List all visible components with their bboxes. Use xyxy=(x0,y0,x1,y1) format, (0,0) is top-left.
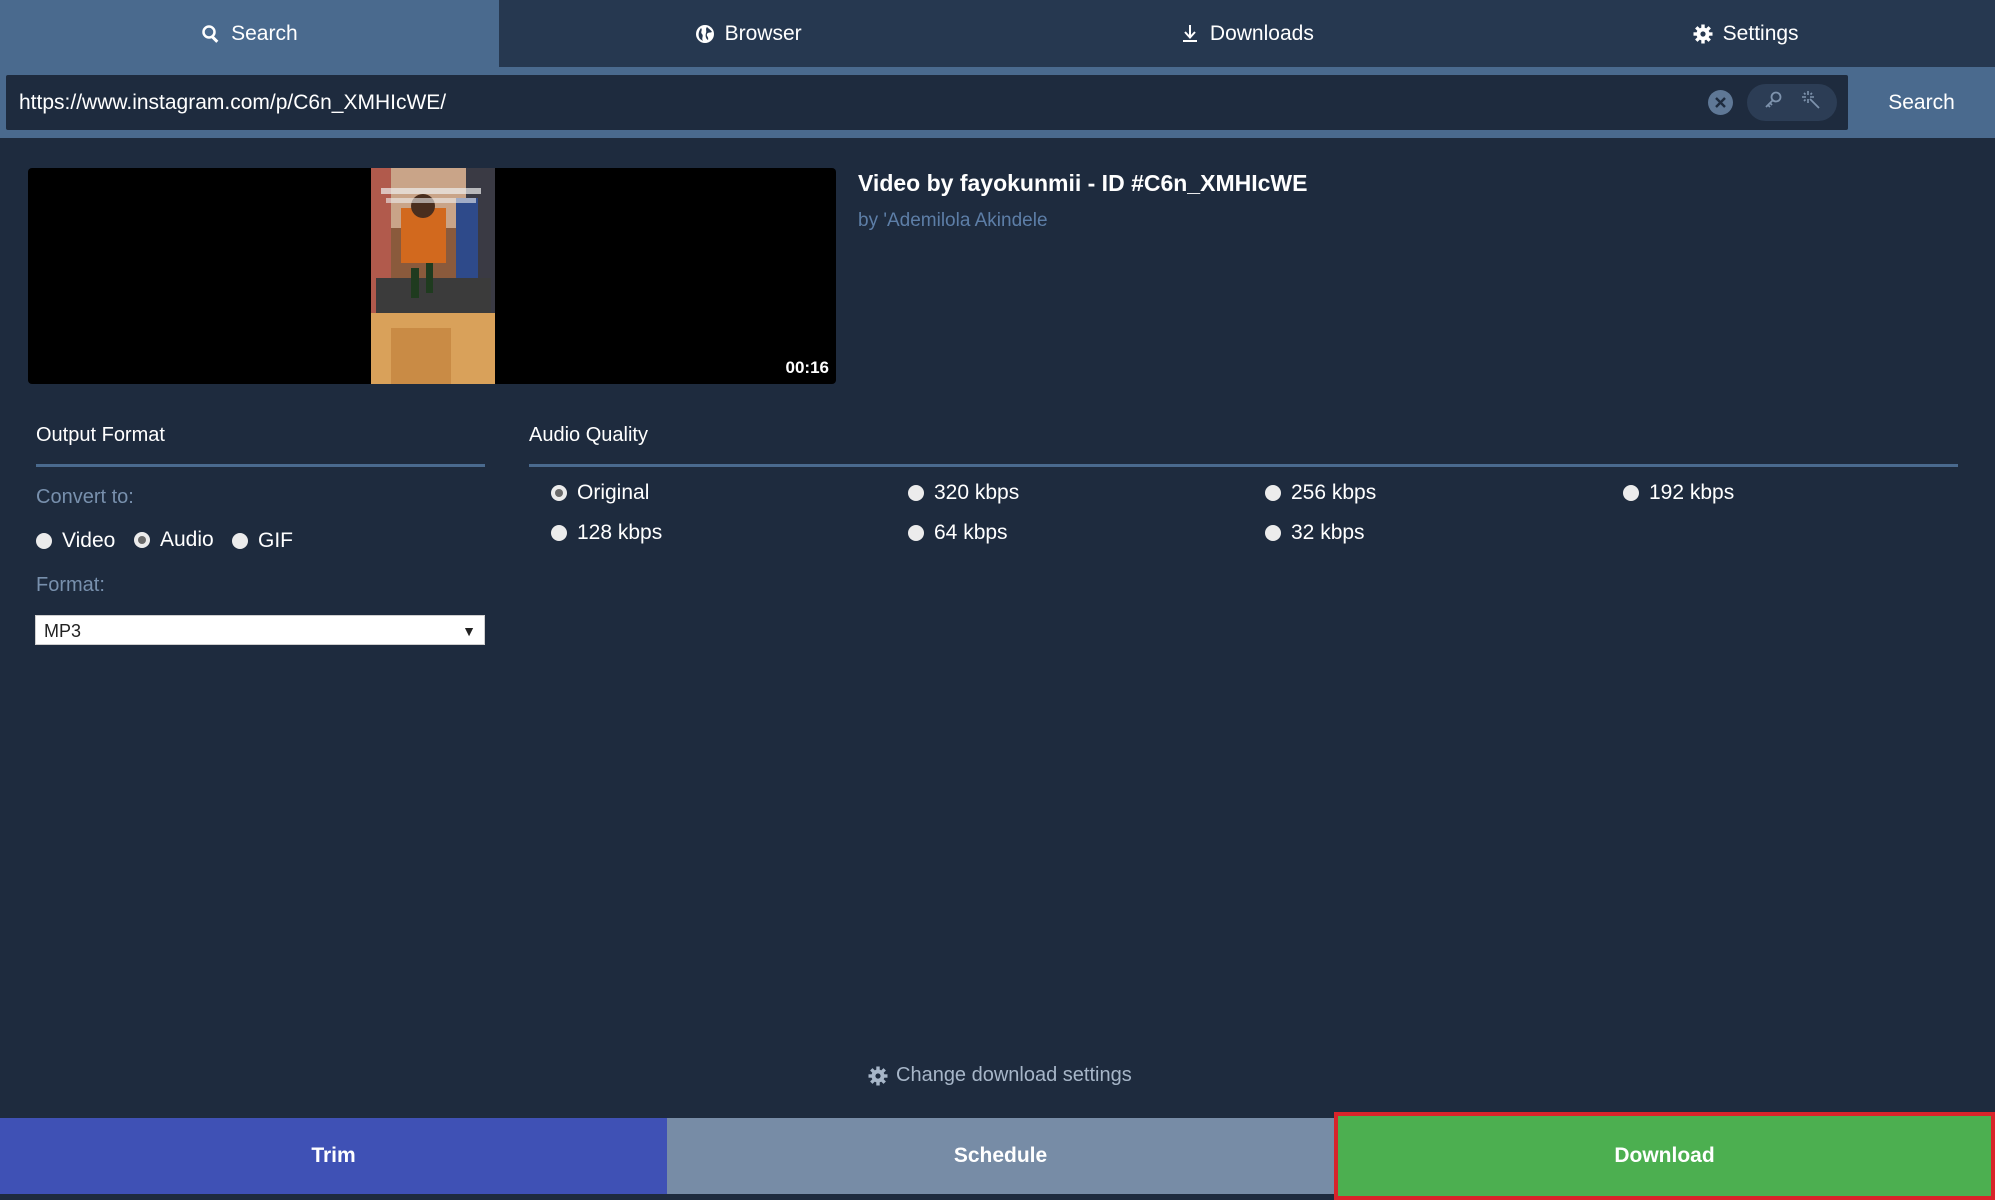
quality-option-256[interactable]: 256 kbps xyxy=(1265,481,1376,505)
video-author: by 'Ademilola Akindele xyxy=(858,210,1048,231)
tab-browser-label: Browser xyxy=(724,21,802,45)
url-text[interactable]: https://www.instagram.com/p/C6n_XMHIcWE/ xyxy=(19,75,446,130)
key-icon[interactable] xyxy=(1762,89,1784,116)
quality-label-256: 256 kbps xyxy=(1291,481,1377,504)
url-tools xyxy=(1747,84,1837,121)
quality-label-64: 64 kbps xyxy=(934,521,1008,544)
video-title: Video by fayokunmii - ID #C6n_XMHIcWE xyxy=(858,170,1308,196)
quality-option-32[interactable]: 32 kbps xyxy=(1265,521,1365,545)
tab-browser[interactable]: Browser xyxy=(499,0,998,67)
output-format-title: Output Format xyxy=(36,424,165,446)
output-format-divider xyxy=(36,464,485,467)
format-label: Format: xyxy=(36,574,105,596)
quality-label-320: 320 kbps xyxy=(934,481,1020,504)
search-icon xyxy=(201,24,221,44)
thumbnail-image xyxy=(371,168,495,384)
quality-option-128[interactable]: 128 kbps xyxy=(551,521,662,545)
search-bar: https://www.instagram.com/p/C6n_XMHIcWE/… xyxy=(0,67,1995,138)
quality-radio-32[interactable] xyxy=(1265,525,1281,541)
download-icon xyxy=(1180,24,1200,44)
convert-to-label: Convert to: xyxy=(36,486,134,508)
schedule-button[interactable]: Schedule xyxy=(667,1118,1334,1194)
gif-radio[interactable] xyxy=(232,533,248,549)
tab-search-label: Search xyxy=(231,21,298,45)
change-download-settings-link[interactable]: Change download settings xyxy=(868,1064,1132,1087)
trim-button[interactable]: Trim xyxy=(0,1118,667,1194)
quality-label-32: 32 kbps xyxy=(1291,521,1365,544)
convert-option-audio[interactable]: Audio xyxy=(134,528,214,552)
clear-icon[interactable] xyxy=(1708,90,1733,115)
quality-radio-192[interactable] xyxy=(1623,485,1639,501)
magic-wand-icon[interactable] xyxy=(1800,89,1822,116)
top-nav: Search Browser Downloads Settings xyxy=(0,0,1995,67)
url-input[interactable]: https://www.instagram.com/p/C6n_XMHIcWE/ xyxy=(6,75,1848,130)
dropdown-arrow-icon: ▼ xyxy=(462,623,476,639)
quality-radio-256[interactable] xyxy=(1265,485,1281,501)
app-window: Search Browser Downloads Settings https:… xyxy=(0,0,1995,1200)
settings-gear-icon xyxy=(868,1066,888,1085)
format-select[interactable]: MP3 ▼ xyxy=(35,615,485,645)
tab-settings[interactable]: Settings xyxy=(1496,0,1995,67)
search-button[interactable]: Search xyxy=(1848,67,1995,138)
format-select-value: MP3 xyxy=(44,621,82,641)
audio-quality-divider xyxy=(529,464,1958,467)
download-button[interactable]: Download xyxy=(1334,1112,1995,1200)
change-settings-label: Change download settings xyxy=(896,1064,1132,1086)
quality-radio-original[interactable] xyxy=(551,485,567,501)
quality-radio-64[interactable] xyxy=(908,525,924,541)
quality-label-128: 128 kbps xyxy=(577,521,663,544)
video-radio[interactable] xyxy=(36,533,52,549)
convert-option-video[interactable]: Video xyxy=(36,529,115,553)
quality-radio-320[interactable] xyxy=(908,485,924,501)
video-radio-label: Video xyxy=(62,529,116,552)
globe-icon xyxy=(695,24,715,44)
audio-radio[interactable] xyxy=(134,532,150,548)
quality-option-64[interactable]: 64 kbps xyxy=(908,521,1008,545)
quality-option-original[interactable]: Original xyxy=(551,481,649,505)
quality-option-192[interactable]: 192 kbps xyxy=(1623,481,1734,505)
tab-downloads[interactable]: Downloads xyxy=(998,0,1497,67)
duration-badge: 00:16 xyxy=(785,358,829,377)
gear-icon xyxy=(1693,24,1713,44)
audio-radio-label: Audio xyxy=(160,528,214,551)
quality-label-original: Original xyxy=(577,481,650,504)
audio-quality-title: Audio Quality xyxy=(529,424,648,446)
quality-label-192: 192 kbps xyxy=(1649,481,1735,504)
quality-radio-128[interactable] xyxy=(551,525,567,541)
convert-option-gif[interactable]: GIF xyxy=(232,529,293,553)
gif-radio-label: GIF xyxy=(258,529,293,552)
quality-option-320[interactable]: 320 kbps xyxy=(908,481,1019,505)
tab-settings-label: Settings xyxy=(1722,21,1799,45)
tab-downloads-label: Downloads xyxy=(1209,21,1314,45)
tab-search[interactable]: Search xyxy=(0,0,499,67)
video-thumbnail[interactable]: 00:16 xyxy=(28,168,836,384)
